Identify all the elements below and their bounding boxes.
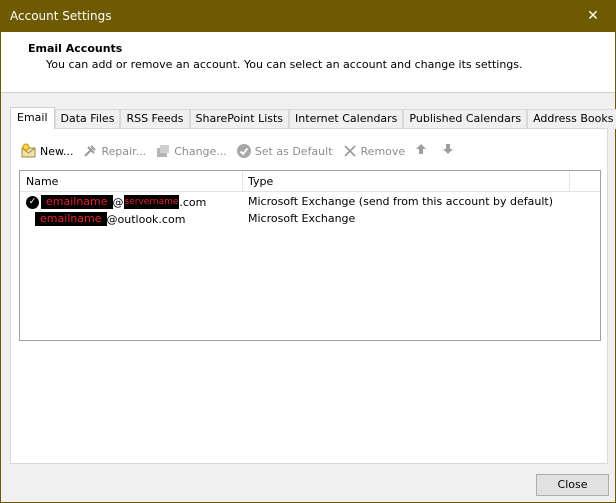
- checkmark-circle-icon: [236, 143, 252, 159]
- redacted-email-name: emailname: [35, 212, 107, 226]
- tab-rss-feeds[interactable]: RSS Feeds: [120, 109, 190, 129]
- tab-strip: Email Data Files RSS Feeds SharePoint Li…: [10, 107, 616, 129]
- arrow-down-icon: [441, 143, 455, 159]
- account-toolbar: New... Repair... Change... Set as Defaul…: [21, 141, 468, 161]
- change-button[interactable]: Change...: [155, 141, 227, 161]
- table-row[interactable]: emailname @outlook.com Microsoft Exchange: [20, 211, 600, 228]
- wrench-icon: [82, 143, 98, 159]
- accounts-list: Name Type ✓ emailname @ servername .com Mi…: [19, 170, 601, 341]
- remove-button-label: Remove: [360, 144, 406, 158]
- new-button-label: New...: [40, 144, 74, 158]
- account-type-cell: Microsoft Exchange: [248, 212, 356, 225]
- column-divider[interactable]: [242, 171, 243, 192]
- list-header: Name Type: [20, 171, 600, 192]
- remove-button[interactable]: Remove: [342, 141, 406, 161]
- tab-published-calendars[interactable]: Published Calendars: [403, 109, 528, 129]
- tab-internet-calendars[interactable]: Internet Calendars: [289, 109, 404, 129]
- domain-suffix: @outlook.com: [106, 212, 186, 226]
- tab-data-files[interactable]: Data Files: [54, 109, 121, 129]
- tab-address-books[interactable]: Address Books: [527, 109, 616, 129]
- account-name-cell: ✓ emailname @ servername .com: [26, 195, 206, 209]
- title-bar: Account Settings ✕: [1, 1, 615, 32]
- move-down-button[interactable]: [441, 141, 459, 161]
- redacted-email-name: emailname: [41, 195, 113, 209]
- column-divider[interactable]: [569, 171, 570, 192]
- section-title: Email Accounts: [28, 42, 123, 55]
- header-panel: Email Accounts You can add or remove an …: [1, 32, 615, 93]
- arrow-up-icon: [414, 143, 428, 159]
- tab-email[interactable]: Email: [10, 107, 55, 129]
- at-sign: @: [112, 195, 124, 209]
- set-as-default-button[interactable]: Set as Default: [236, 141, 333, 161]
- email-tab-panel: New... Repair... Change... Set as Defaul…: [10, 128, 608, 464]
- column-header-name[interactable]: Name: [26, 175, 58, 188]
- change-icon: [155, 143, 171, 159]
- repair-button[interactable]: Repair...: [82, 141, 146, 161]
- repair-button-label: Repair...: [101, 144, 147, 158]
- column-header-type[interactable]: Type: [248, 175, 273, 188]
- move-up-button[interactable]: [414, 141, 432, 161]
- new-email-icon: [21, 143, 37, 159]
- close-window-icon[interactable]: ✕: [571, 1, 615, 32]
- close-button[interactable]: Close: [536, 474, 609, 496]
- domain-suffix: .com: [179, 195, 207, 209]
- account-settings-window: Account Settings ✕ Email Accounts You ca…: [0, 0, 616, 503]
- window-title: Account Settings: [10, 9, 112, 23]
- change-button-label: Change...: [174, 144, 227, 158]
- section-description: You can add or remove an account. You ca…: [46, 58, 523, 71]
- table-row[interactable]: ✓ emailname @ servername .com Microsoft Ex…: [20, 194, 600, 211]
- account-type-cell: Microsoft Exchange (send from this accou…: [248, 195, 554, 208]
- tab-sharepoint-lists[interactable]: SharePoint Lists: [189, 109, 290, 129]
- redacted-server-name: servername: [123, 195, 180, 209]
- new-button[interactable]: New...: [21, 141, 73, 161]
- account-name-cell: emailname @outlook.com: [26, 212, 185, 226]
- x-icon: [342, 143, 358, 159]
- set-as-default-label: Set as Default: [254, 144, 333, 158]
- default-account-check-icon: ✓: [26, 195, 39, 209]
